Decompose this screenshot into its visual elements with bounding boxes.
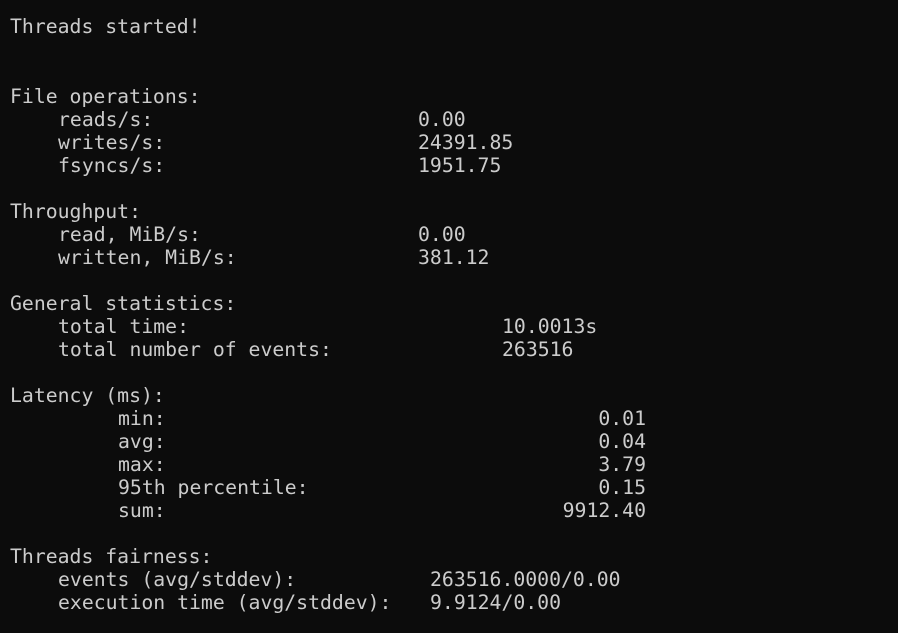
- writes-per-sec-label: writes/s:: [58, 131, 166, 154]
- latency-avg-value: 0.04: [598, 430, 646, 453]
- latency-avg-label: avg:: [118, 430, 166, 453]
- latency-max-value: 3.79: [598, 453, 646, 476]
- total-time-label: total time:: [58, 315, 190, 338]
- fairness-events-label: events (avg/stddev):: [58, 568, 297, 591]
- read-mib-value: 0.00: [418, 223, 466, 246]
- fairness-events-value: 263516.0000/0.00: [430, 568, 621, 591]
- terminal-output[interactable]: Threads started! File operations: reads/…: [0, 0, 898, 633]
- reads-per-sec-label: reads/s:: [58, 108, 154, 131]
- latency-sum-label: sum:: [118, 499, 166, 522]
- latency-p95-label: 95th percentile:: [118, 476, 309, 499]
- fairness-exec-time-value: 9.9124/0.00: [430, 591, 562, 614]
- latency-min-label: min:: [118, 407, 166, 430]
- throughput-header: Throughput:: [10, 200, 142, 223]
- fsyncs-per-sec-value: 1951.75: [418, 154, 502, 177]
- general-statistics-header: General statistics:: [10, 292, 237, 315]
- file-operations-header: File operations:: [10, 85, 201, 108]
- read-mib-label: read, MiB/s:: [58, 223, 201, 246]
- latency-max-label: max:: [118, 453, 166, 476]
- fairness-exec-time-label: execution time (avg/stddev):: [58, 591, 392, 614]
- reads-per-sec-value: 0.00: [418, 108, 466, 131]
- written-mib-label: written, MiB/s:: [58, 246, 237, 269]
- fsyncs-per-sec-label: fsyncs/s:: [58, 154, 166, 177]
- written-mib-value: 381.12: [418, 246, 490, 269]
- latency-sum-value: 9912.40: [562, 499, 646, 522]
- latency-p95-value: 0.15: [598, 476, 646, 499]
- total-time-value: 10.0013s: [502, 315, 598, 338]
- latency-min-value: 0.01: [598, 407, 646, 430]
- latency-header: Latency (ms):: [10, 384, 165, 407]
- total-events-value: 263516: [502, 338, 574, 361]
- writes-per-sec-value: 24391.85: [418, 131, 514, 154]
- threads-fairness-header: Threads fairness:: [10, 545, 213, 568]
- total-events-label: total number of events:: [58, 338, 332, 361]
- threads-started-line: Threads started!: [10, 15, 201, 38]
